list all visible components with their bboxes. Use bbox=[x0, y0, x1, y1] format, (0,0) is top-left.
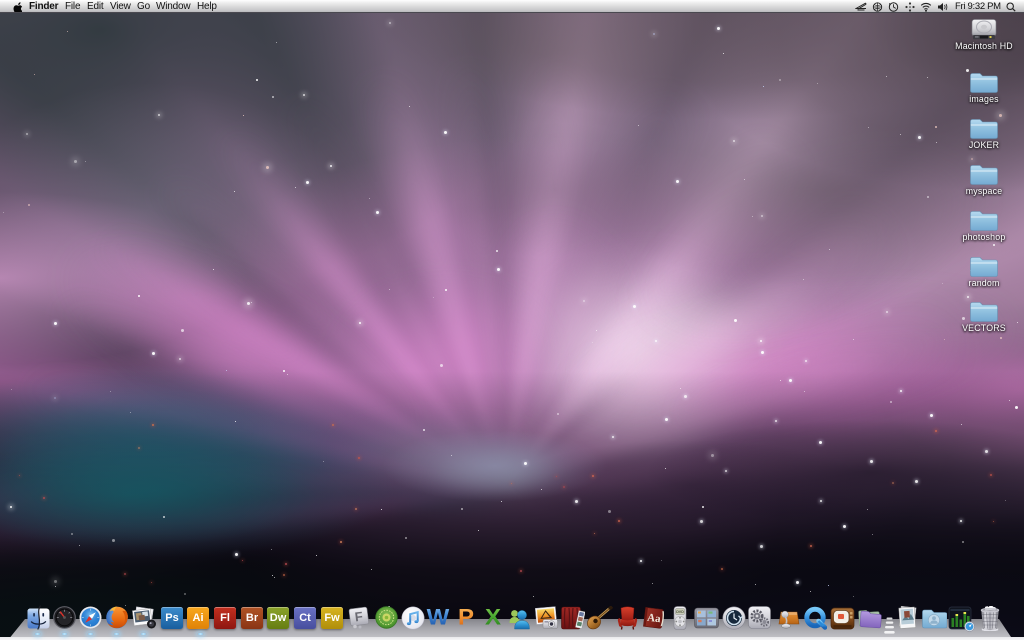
svg-text:Aa: Aa bbox=[647, 612, 662, 626]
svg-text:P: P bbox=[458, 606, 474, 629]
svg-text:DVD: DVD bbox=[676, 610, 684, 614]
svg-text:X: X bbox=[485, 606, 502, 629]
svg-text:W: W bbox=[427, 606, 450, 629]
